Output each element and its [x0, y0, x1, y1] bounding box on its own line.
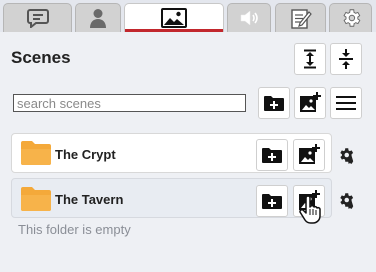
folder-plus-icon [262, 148, 282, 163]
menu-button[interactable] [330, 87, 362, 119]
folder-icon [21, 141, 51, 165]
folder-add-scene-button[interactable] [293, 139, 325, 171]
folder-name[interactable]: The Crypt [55, 147, 116, 162]
notepad-icon [290, 9, 312, 29]
expand-icon [304, 49, 316, 69]
folder-settings-button[interactable] [334, 143, 358, 167]
expand-all-button[interactable] [294, 43, 326, 75]
sidebar-tabs [0, 0, 376, 32]
folder-create-subfolder-button[interactable] [256, 139, 288, 171]
gear-icon [340, 148, 354, 164]
person-icon [90, 9, 106, 28]
tab-scenes[interactable] [124, 3, 224, 32]
gear-icon [342, 9, 360, 27]
folder-plus-icon [264, 96, 284, 111]
empty-folder-text: This folder is empty [18, 222, 131, 237]
speaker-icon [240, 10, 258, 26]
tab-characters[interactable] [75, 3, 121, 32]
folder-name[interactable]: The Tavern [55, 192, 123, 207]
tab-audio[interactable] [227, 3, 271, 32]
folder-icon [21, 187, 51, 211]
tab-notes[interactable] [275, 3, 326, 32]
folder-settings-button[interactable] [334, 188, 358, 212]
tab-chat[interactable] [3, 3, 72, 32]
folder-create-subfolder-button[interactable] [256, 185, 288, 217]
hamburger-icon [336, 96, 356, 110]
add-scene-button[interactable] [294, 87, 326, 119]
gear-icon [340, 193, 354, 209]
tab-settings[interactable] [329, 3, 372, 32]
panel-title: Scenes [11, 48, 71, 67]
hand-cursor-icon [299, 196, 321, 224]
create-folder-button[interactable] [258, 87, 290, 119]
collapse-all-button[interactable] [330, 43, 362, 75]
chat-icon [26, 9, 49, 28]
collapse-icon [339, 49, 353, 69]
image-plus-icon [300, 92, 321, 112]
search-input[interactable] [13, 94, 246, 112]
image-icon [161, 8, 187, 28]
folder-plus-icon [262, 194, 282, 209]
image-plus-icon [299, 144, 320, 164]
